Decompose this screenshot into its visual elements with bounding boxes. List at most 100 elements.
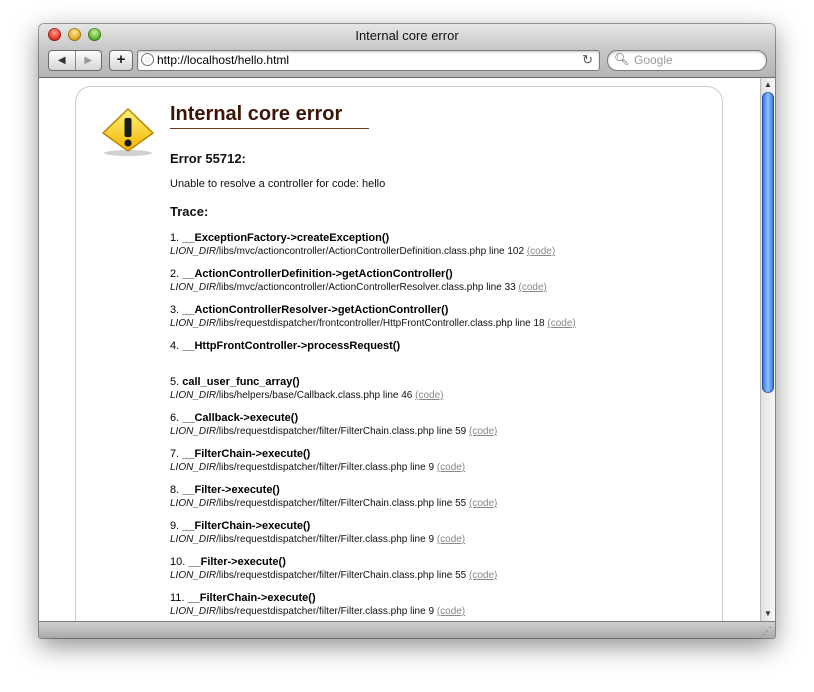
trace-function: __ActionControllerResolver->getActionCon… xyxy=(182,304,449,316)
trace-item: 9. __FilterChain->execute() LION_DIR/libs… xyxy=(170,520,710,556)
trace-call: 6. __Callback->execute() xyxy=(170,412,710,425)
trace-item: 3. __ActionControllerResolver->getAction… xyxy=(170,304,710,340)
code-link[interactable]: (code) xyxy=(547,318,575,329)
trace-call: 5. call_user_func_array() xyxy=(170,376,710,389)
trace-path: /libs/mvc/actioncontroller/ActionControl… xyxy=(216,246,525,257)
trace-function: __HttpFrontController->processRequest() xyxy=(182,340,401,352)
trace-number: 2. xyxy=(170,268,180,280)
reload-icon[interactable]: ↻ xyxy=(582,52,593,68)
lion-dir-label: LION_DIR xyxy=(170,282,217,293)
trace-file: LION_DIR/libs/helpers/base/Callback.clas… xyxy=(170,389,710,402)
status-bar: ⋰ xyxy=(39,621,775,638)
lion-dir-label: LION_DIR xyxy=(170,426,217,437)
trace-path: /libs/requestdispatcher/filter/FilterCha… xyxy=(216,426,467,437)
trace-call: 3. __ActionControllerResolver->getAction… xyxy=(170,304,710,317)
trace-number: 1. xyxy=(170,232,180,244)
code-link[interactable]: (code) xyxy=(437,606,465,617)
lion-dir-label: LION_DIR xyxy=(170,462,217,473)
lion-dir-label: LION_DIR xyxy=(170,570,217,581)
title-divider xyxy=(170,128,369,129)
trace-path: /libs/mvc/actioncontroller/ActionControl… xyxy=(216,282,516,293)
trace-list: 1. __ExceptionFactory->createException()… xyxy=(170,232,710,621)
scroll-down-arrow-icon[interactable]: ▼ xyxy=(761,608,775,620)
trace-file: LION_DIR/libs/requestdispatcher/filter/F… xyxy=(170,461,710,474)
trace-function: __FilterChain->execute() xyxy=(187,592,316,604)
code-link[interactable]: (code) xyxy=(469,498,497,509)
trace-number: 7. xyxy=(170,448,180,460)
trace-path: /libs/requestdispatcher/frontcontroller/… xyxy=(216,318,545,329)
error-message: Unable to resolve a controller for code:… xyxy=(170,178,386,190)
code-link[interactable]: (code) xyxy=(519,282,547,293)
trace-function: __ExceptionFactory->createException() xyxy=(182,232,390,244)
back-forward-group: ◀ ▶ xyxy=(48,50,102,71)
title-bar: Internal core error ◀ ▶ + ◌ http://local… xyxy=(39,24,775,78)
trace-number: 8. xyxy=(170,484,180,496)
scroll-thumb[interactable] xyxy=(762,92,774,393)
code-link[interactable]: (code) xyxy=(437,534,465,545)
trace-item: 1. __ExceptionFactory->createException()… xyxy=(170,232,710,268)
trace-item: 8. __Filter->execute() LION_DIR/libs/requ… xyxy=(170,484,710,520)
error-panel: Internal core error Error 55712: Unable … xyxy=(75,86,723,621)
trace-function: call_user_func_array() xyxy=(182,376,300,388)
trace-file: LION_DIR/libs/requestdispatcher/filter/F… xyxy=(170,497,710,510)
forward-arrow-icon: ▶ xyxy=(84,55,93,66)
code-link[interactable]: (code) xyxy=(527,246,555,257)
lion-dir-label: LION_DIR xyxy=(170,318,217,329)
trace-item: 10. __Filter->execute() LION_DIR/libs/req… xyxy=(170,556,710,592)
trace-call: 2. __ActionControllerDefinition->getActi… xyxy=(170,268,710,281)
trace-number: 10. xyxy=(170,556,186,568)
back-button[interactable]: ◀ xyxy=(49,51,75,70)
page-viewport: Internal core error Error 55712: Unable … xyxy=(39,78,760,621)
code-link[interactable]: (code) xyxy=(469,570,497,581)
forward-button[interactable]: ▶ xyxy=(74,51,102,70)
trace-file: LION_DIR/libs/mvc/actioncontroller/Actio… xyxy=(170,245,710,258)
code-link[interactable]: (code) xyxy=(437,462,465,473)
scroll-up-arrow-icon[interactable]: ▲ xyxy=(761,79,775,91)
vertical-scrollbar[interactable]: ▲ ▼ xyxy=(760,78,775,621)
trace-number: 11. xyxy=(170,592,185,604)
page-title: Internal core error xyxy=(170,103,343,125)
trace-call: 9. __FilterChain->execute() xyxy=(170,520,710,533)
search-field[interactable]: 🔍︎ Google xyxy=(607,50,767,71)
lion-dir-label: LION_DIR xyxy=(170,390,217,401)
trace-file: LION_DIR/libs/requestdispatcher/filter/F… xyxy=(170,569,710,582)
trace-file: LION_DIR/libs/mvc/actioncontroller/Actio… xyxy=(170,281,710,294)
trace-path: /libs/requestdispatcher/filter/Filter.cl… xyxy=(216,534,435,545)
warning-icon xyxy=(101,107,155,156)
code-link[interactable]: (code) xyxy=(469,426,497,437)
trace-path: /libs/requestdispatcher/filter/Filter.cl… xyxy=(216,606,435,617)
trace-function: __Filter->execute() xyxy=(188,556,286,568)
trace-file: LION_DIR/libs/requestdispatcher/filter/F… xyxy=(170,425,710,438)
trace-file: LION_DIR/libs/requestdispatcher/filter/F… xyxy=(170,533,710,546)
trace-path: /libs/requestdispatcher/filter/FilterCha… xyxy=(216,498,467,509)
trace-item: 6. __Callback->execute() LION_DIR/libs/re… xyxy=(170,412,710,448)
trace-number: 4. xyxy=(170,340,180,352)
address-bar[interactable]: ◌ http://localhost/hello.html ↻ xyxy=(137,50,600,71)
trace-call: 7. __FilterChain->execute() xyxy=(170,448,710,461)
trace-file: LION_DIR/libs/requestdispatcher/frontcon… xyxy=(170,317,710,330)
lion-dir-label: LION_DIR xyxy=(170,498,217,509)
lion-dir-label: LION_DIR xyxy=(170,534,217,545)
lion-dir-label: LION_DIR xyxy=(170,246,217,257)
trace-item: 2. __ActionControllerDefinition->getActi… xyxy=(170,268,710,304)
add-bookmark-button[interactable]: + xyxy=(109,50,133,71)
error-heading: Error 55712: xyxy=(170,151,246,166)
trace-number: 3. xyxy=(170,304,180,316)
trace-call: 1. __ExceptionFactory->createException() xyxy=(170,232,710,245)
trace-function: __FilterChain->execute() xyxy=(182,520,311,532)
trace-call: 10. __Filter->execute() xyxy=(170,556,710,569)
resize-grip-icon[interactable]: ⋰ xyxy=(762,626,772,637)
browser-window: Internal core error ◀ ▶ + ◌ http://local… xyxy=(39,24,775,638)
url-text[interactable]: http://localhost/hello.html xyxy=(157,53,289,67)
back-arrow-icon: ◀ xyxy=(57,55,66,66)
search-placeholder: Google xyxy=(634,53,673,67)
trace-file: LION_DIR/libs/requestdispatcher/filter/F… xyxy=(170,605,710,618)
trace-call: 4. __HttpFrontController->processRequest… xyxy=(170,340,710,353)
trace-function: __FilterChain->execute() xyxy=(182,448,311,460)
trace-item: 5. call_user_func_array() LION_DIR/libs/h… xyxy=(170,376,710,412)
trace-item: 4. __HttpFrontController->processRequest… xyxy=(170,340,710,376)
globe-icon: ◌ xyxy=(141,53,154,66)
trace-item: 11. __FilterChain->execute() LION_DIR/lib… xyxy=(170,592,710,621)
lion-dir-label: LION_DIR xyxy=(170,606,217,617)
code-link[interactable]: (code) xyxy=(415,390,443,401)
